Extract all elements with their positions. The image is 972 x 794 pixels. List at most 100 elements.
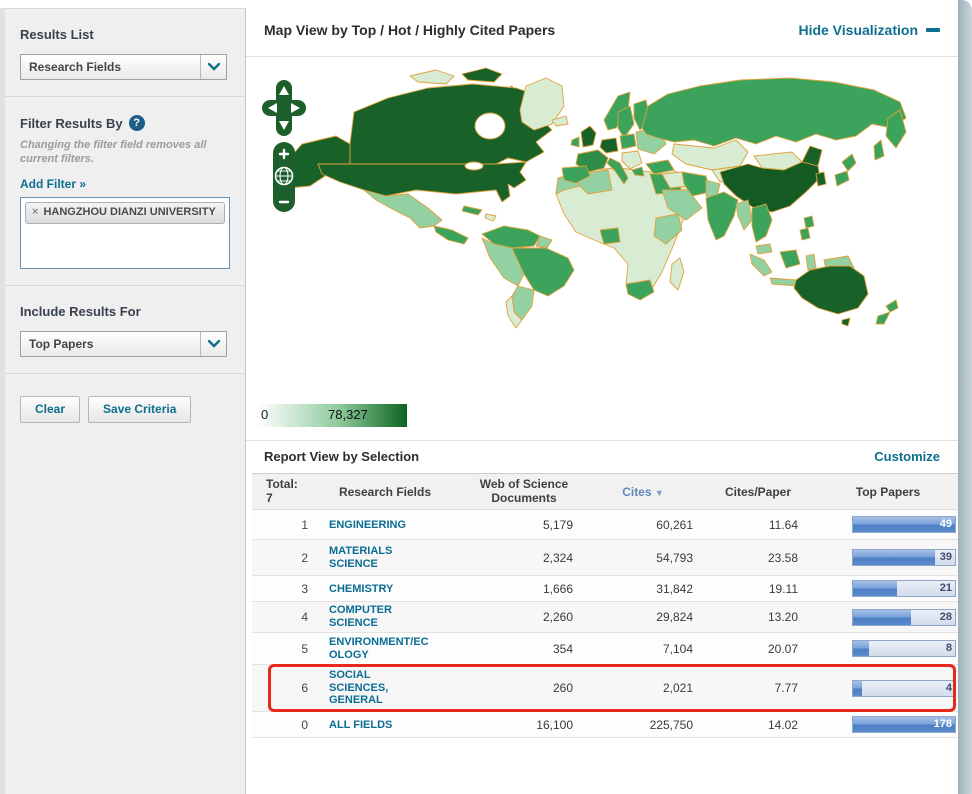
actions-section: Clear Save Criteria [0, 374, 245, 439]
page-left-edge [0, 8, 5, 794]
wos-documents-value: 2,260 [460, 610, 588, 624]
research-field-link[interactable]: ALL FIELDS [329, 719, 431, 732]
filter-tag-label: HANGZHOU DIANZI UNIVERSITY [43, 206, 215, 219]
wos-documents-value: 354 [460, 642, 588, 656]
filter-label: Filter Results By [20, 116, 123, 131]
top-papers-value: 39 [940, 551, 952, 563]
save-criteria-button[interactable]: Save Criteria [88, 396, 191, 423]
legend-min-value: 0 [261, 407, 268, 422]
hide-visualization-link[interactable]: Hide Visualization [798, 22, 940, 38]
table-row[interactable]: 2 MATERIALS SCIENCE 2,324 54,793 23.58 3… [252, 540, 958, 576]
column-research-fields: Research Fields [310, 485, 460, 499]
cites-per-paper-value: 13.20 [698, 610, 818, 624]
column-top-papers: Top Papers [818, 485, 958, 499]
top-papers-bar: 21 [852, 580, 956, 597]
research-field-link[interactable]: COMPUTER SCIENCE [329, 604, 431, 630]
top-papers-bar: 4 [852, 680, 956, 697]
cites-value: 60,261 [588, 518, 698, 532]
include-results-dropdown[interactable]: Top Papers [20, 331, 227, 357]
help-icon[interactable]: ? [129, 115, 145, 131]
results-list-label: Results List [20, 27, 225, 42]
main-panel: Map View by Top / Hot / Highly Cited Pap… [246, 0, 958, 794]
results-list-selected: Research Fields [29, 60, 121, 74]
section-divider [246, 440, 958, 441]
top-papers-bar: 39 [852, 549, 956, 566]
hide-visualization-label: Hide Visualization [798, 22, 918, 38]
research-field-link[interactable]: SOCIAL SCIENCES, GENERAL [329, 669, 431, 708]
table-row[interactable]: 4 COMPUTER SCIENCE 2,260 29,824 13.20 28 [252, 602, 958, 633]
results-list-section: Results List Research Fields [0, 9, 245, 97]
remove-tag-icon[interactable]: × [32, 206, 38, 219]
clear-button[interactable]: Clear [20, 396, 80, 423]
cites-per-paper-value: 14.02 [698, 718, 818, 732]
row-rank: 0 [252, 718, 310, 732]
top-papers-value: 21 [940, 582, 952, 594]
research-field-link[interactable]: MATERIALS SCIENCE [329, 545, 431, 571]
column-wos-documents: Web of Science Documents [460, 478, 588, 506]
cites-per-paper-value: 23.58 [698, 551, 818, 565]
world-map-choropleth[interactable] [258, 66, 918, 400]
total-header: Total: 7 [252, 478, 310, 506]
wos-documents-value: 2,324 [460, 551, 588, 565]
cites-per-paper-value: 11.64 [698, 518, 818, 532]
top-papers-value: 28 [940, 611, 952, 623]
table-row[interactable]: 5 ENVIRONMENT/ECOLOGY 354 7,104 20.07 8 [252, 633, 958, 665]
customize-link[interactable]: Customize [874, 449, 940, 464]
row-rank: 5 [252, 642, 310, 656]
wos-documents-value: 5,179 [460, 518, 588, 532]
research-field-link[interactable]: ENVIRONMENT/ECOLOGY [329, 636, 431, 662]
report-view-title: Report View by Selection [264, 449, 419, 464]
minus-icon [926, 28, 940, 32]
row-rank: 6 [252, 681, 310, 695]
filter-tag[interactable]: × HANGZHOU DIANZI UNIVERSITY [25, 202, 225, 224]
table-row-highlighted[interactable]: 6 SOCIAL SCIENCES, GENERAL 260 2,021 7.7… [252, 665, 958, 712]
top-papers-bar: 8 [852, 640, 956, 657]
column-cites-sortable[interactable]: Cites ▼ [588, 485, 698, 499]
research-field-link[interactable]: ENGINEERING [329, 519, 431, 532]
legend-max-value: 78,327 [328, 407, 368, 422]
filter-section: Filter Results By ? Changing the filter … [0, 97, 245, 286]
wos-documents-value: 16,100 [460, 718, 588, 732]
top-papers-value: 4 [946, 682, 952, 694]
top-papers-value: 178 [934, 718, 952, 730]
report-table: Total: 7 Research Fields Web of Science … [252, 473, 958, 738]
map-panel-header: Map View by Top / Hot / Highly Cited Pap… [246, 0, 958, 57]
cites-value: 225,750 [588, 718, 698, 732]
page-right-edge [958, 0, 972, 794]
wos-documents-value: 260 [460, 681, 588, 695]
filter-note: Changing the filter field removes all cu… [20, 139, 225, 167]
page: Results List Research Fields Filter Resu… [0, 0, 972, 794]
top-papers-bar: 178 [852, 716, 956, 733]
include-results-section: Include Results For Top Papers [0, 286, 245, 374]
top-papers-value: 8 [946, 642, 952, 654]
add-filter-link[interactable]: Add Filter » [20, 177, 86, 191]
include-results-selected: Top Papers [29, 337, 93, 351]
table-header-row: Total: 7 Research Fields Web of Science … [252, 473, 958, 510]
cites-value: 31,842 [588, 582, 698, 596]
column-cites-per-paper: Cites/Paper [698, 485, 818, 499]
row-rank: 1 [252, 518, 310, 532]
cites-value: 29,824 [588, 610, 698, 624]
results-list-dropdown[interactable]: Research Fields [20, 54, 227, 80]
cites-value: 2,021 [588, 681, 698, 695]
sort-arrow-icon: ▼ [655, 488, 664, 498]
top-papers-bar: 49 [852, 516, 956, 533]
chevron-down-icon [200, 332, 226, 356]
research-field-link[interactable]: CHEMISTRY [329, 583, 431, 596]
top-papers-value: 49 [940, 518, 952, 530]
include-results-label: Include Results For [20, 304, 225, 319]
filter-box: × HANGZHOU DIANZI UNIVERSITY [20, 197, 230, 269]
table-row[interactable]: 3 CHEMISTRY 1,666 31,842 19.11 21 [252, 576, 958, 602]
map-visualization: 0 78,327 [258, 66, 948, 434]
wos-documents-value: 1,666 [460, 582, 588, 596]
table-row[interactable]: 1 ENGINEERING 5,179 60,261 11.64 49 [252, 510, 958, 540]
table-row[interactable]: 0 ALL FIELDS 16,100 225,750 14.02 178 [252, 712, 958, 738]
cites-per-paper-value: 19.11 [698, 582, 818, 596]
row-rank: 4 [252, 610, 310, 624]
map-view-title: Map View by Top / Hot / Highly Cited Pap… [264, 22, 555, 38]
sidebar: Results List Research Fields Filter Resu… [0, 8, 246, 794]
top-papers-bar: 28 [852, 609, 956, 626]
map-controls[interactable] [260, 80, 312, 216]
map-legend: 0 78,327 [258, 404, 407, 427]
cites-value: 7,104 [588, 642, 698, 656]
